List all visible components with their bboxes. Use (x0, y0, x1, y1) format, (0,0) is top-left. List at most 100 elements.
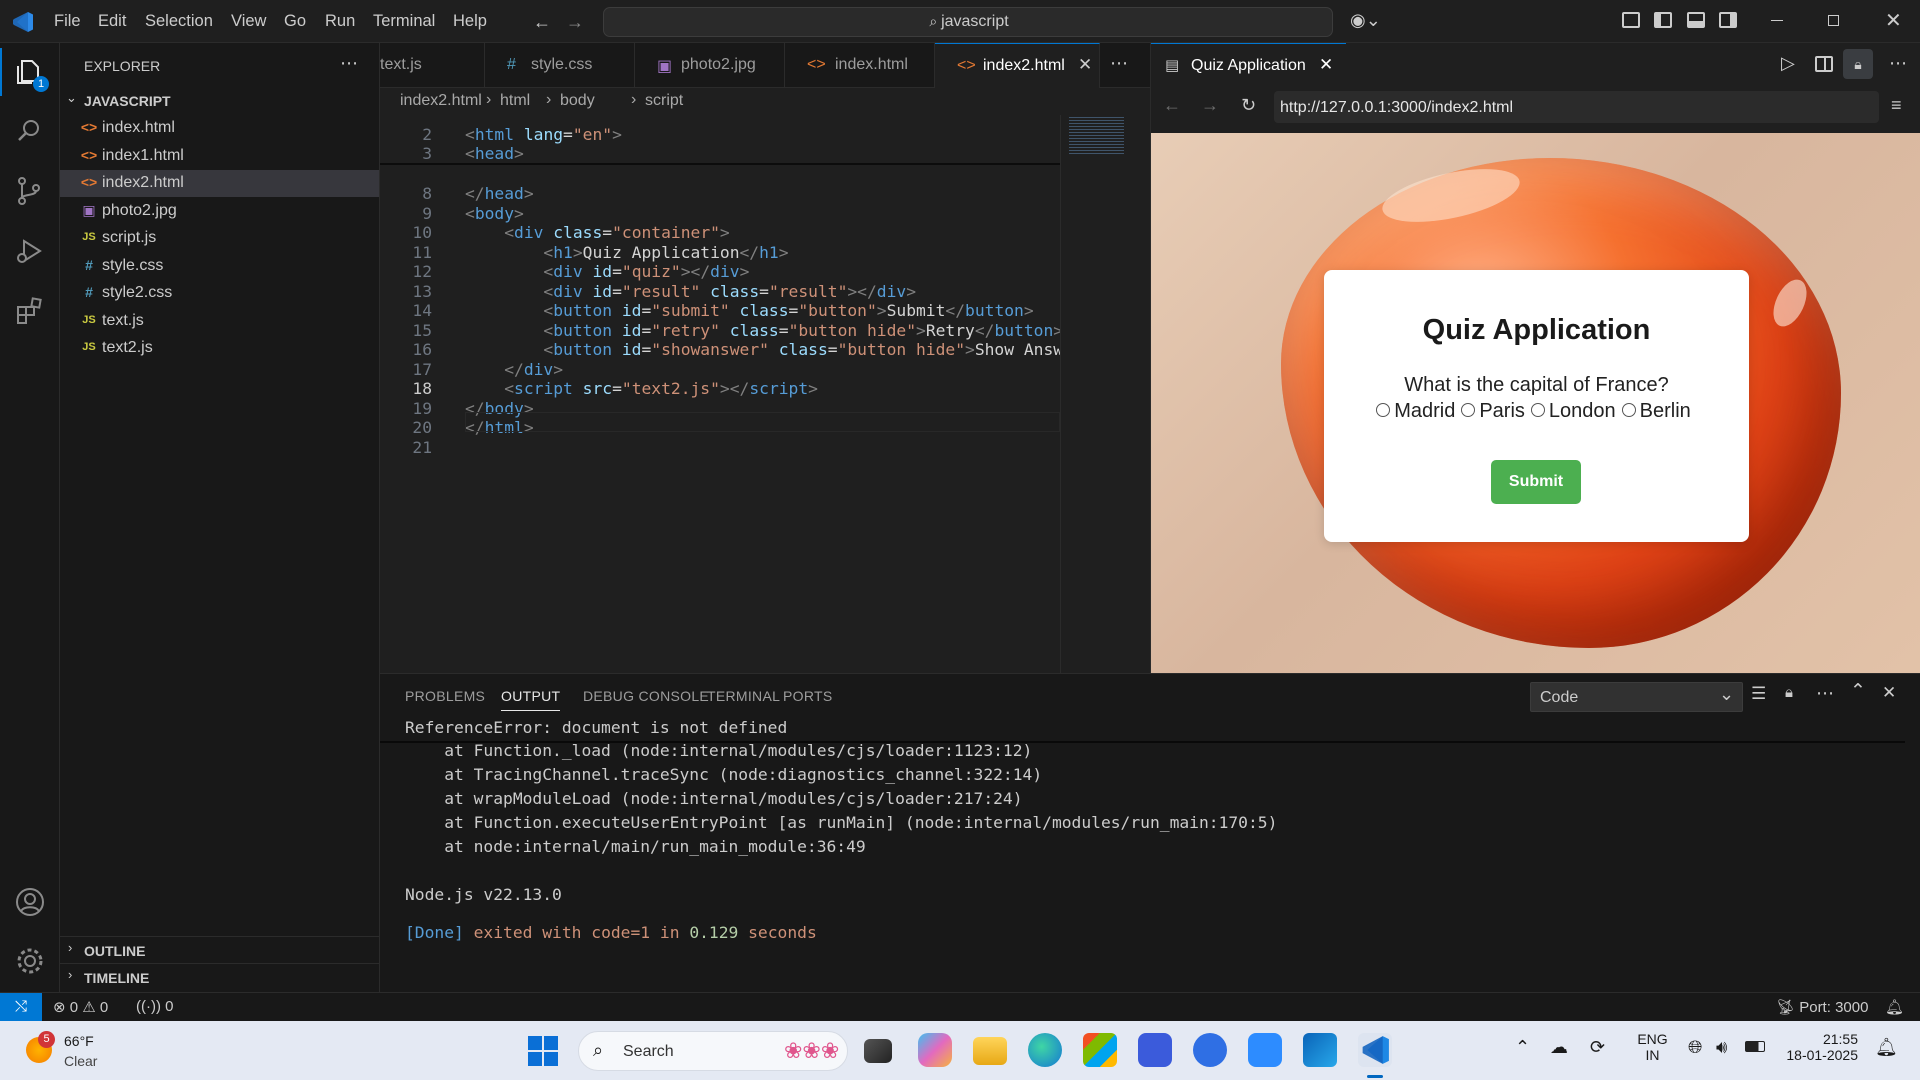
language-indicator[interactable]: ENG IN (1635, 1031, 1670, 1063)
close-panel-icon[interactable]: ✕ (1882, 683, 1896, 703)
chevron-up-icon[interactable]: ⌃ (1515, 1037, 1530, 1058)
outlook-icon[interactable] (1303, 1033, 1337, 1067)
notification-bell-icon[interactable]: 🔔︎ (1875, 1037, 1898, 1058)
app-icon-blue[interactable] (1138, 1033, 1172, 1067)
sync-icon[interactable]: ⟳ (1590, 1037, 1605, 1058)
answer-option[interactable]: Madrid (1376, 400, 1455, 422)
close-window-icon[interactable]: ✕ (1885, 8, 1902, 33)
tab-overflow-icon[interactable]: ⋯ (1110, 53, 1128, 74)
file-item[interactable]: JS text.js (60, 308, 379, 335)
battery-icon[interactable] (1745, 1041, 1765, 1052)
word-wrap-icon[interactable]: ☰ (1751, 684, 1766, 704)
panel-tab-ports[interactable]: PORTS (783, 688, 832, 704)
panel-tab-debug-console[interactable]: DEBUG CONSOLE (583, 688, 709, 704)
notifications-icon[interactable]: 🔔︎ (1885, 998, 1904, 1016)
close-tab-icon[interactable]: ✕ (1319, 55, 1333, 75)
command-search-box[interactable]: ⌕ javascript (603, 7, 1333, 37)
submit-button[interactable]: Submit (1491, 460, 1581, 504)
file-item[interactable]: <> index1.html (60, 143, 379, 170)
customize-layout-icon[interactable] (1622, 12, 1640, 28)
menu-terminal[interactable]: Terminal (373, 12, 435, 31)
tab-photo2-jpg[interactable]: ▣ photo2.jpg (635, 43, 785, 88)
vscode-taskbar-icon[interactable] (1358, 1033, 1392, 1067)
edge-browser-icon[interactable] (1028, 1033, 1062, 1067)
menu-run[interactable]: Run (325, 12, 355, 31)
forward-arrow-icon[interactable]: → (566, 12, 584, 33)
file-item[interactable]: # style2.css (60, 280, 379, 307)
split-editor-icon[interactable] (1815, 56, 1833, 72)
menu-help[interactable]: Help (453, 12, 487, 31)
more-actions-icon[interactable]: ⋯ (340, 53, 358, 74)
problems-status[interactable]: ⊗ 0 ⚠ 0 (53, 998, 108, 1016)
file-item[interactable]: ▣ photo2.jpg (60, 198, 379, 225)
run-debug-icon[interactable] (15, 236, 45, 266)
clock[interactable]: 21:55 18-01-2025 (1778, 1031, 1858, 1063)
menu-go[interactable]: Go (284, 12, 306, 31)
maximize-panel-icon[interactable]: ⌃ (1850, 680, 1866, 703)
run-icon[interactable]: ▷ (1781, 53, 1795, 74)
restore-icon[interactable] (1828, 15, 1839, 26)
start-windows-icon[interactable] (528, 1036, 558, 1066)
browser-forward-icon[interactable]: → (1201, 95, 1219, 116)
panel-tab-problems[interactable]: PROBLEMS (405, 688, 485, 704)
lock-scroll-icon[interactable]: 🔒︎ (1785, 684, 1793, 701)
tab-style-css[interactable]: # style.css (485, 43, 635, 88)
tab-text-js[interactable]: text.js (380, 43, 485, 88)
taskbar-search[interactable]: ⌕ Search ❀❀❀ (578, 1031, 848, 1071)
lock-icon[interactable]: 🔒︎ (1843, 49, 1873, 79)
answer-option[interactable]: Berlin (1621, 400, 1691, 422)
browser-back-icon[interactable]: ← (1163, 95, 1181, 116)
hamburger-menu-icon[interactable]: ≡ (1891, 95, 1902, 116)
more-actions-icon[interactable]: ⋯ (1889, 53, 1907, 74)
output-channel-select[interactable]: Code ⌄ (1530, 682, 1743, 712)
menu-selection[interactable]: Selection (145, 12, 213, 31)
breadcrumb-item[interactable]: script (645, 92, 683, 110)
breadcrumb-item[interactable]: body (560, 92, 595, 110)
file-item[interactable]: JS text2.js (60, 335, 379, 362)
copilot-icon[interactable]: ◉⌄ (1350, 10, 1381, 31)
more-actions-icon[interactable]: ⋯ (1816, 683, 1834, 704)
close-tab-icon[interactable]: ✕ (1078, 55, 1092, 75)
outline-section[interactable]: › OUTLINE (60, 936, 379, 961)
accounts-icon[interactable] (15, 887, 45, 917)
answer-option[interactable]: Paris (1461, 400, 1525, 422)
file-item[interactable]: <> index.html (60, 115, 379, 142)
file-item[interactable]: JS script.js (60, 225, 379, 252)
file-item[interactable]: # style.css (60, 253, 379, 280)
copilot-app-icon[interactable] (918, 1033, 952, 1067)
answer-option[interactable]: London (1530, 400, 1616, 422)
toggle-panel-icon[interactable] (1687, 12, 1705, 28)
source-control-icon[interactable] (15, 176, 43, 206)
file-explorer-icon[interactable] (973, 1037, 1007, 1065)
code-editor[interactable]: 2 <html lang="en"> 3 <head> 8 </head> 9 <body> 1… (380, 115, 1073, 673)
zoom-app-icon[interactable] (1248, 1033, 1282, 1067)
weather-widget[interactable]: 5 66°F Clear (20, 1029, 140, 1073)
panel-tab-output[interactable]: OUTPUT (501, 688, 561, 711)
radio-button[interactable] (1376, 403, 1391, 417)
back-arrow-icon[interactable]: ← (533, 12, 551, 33)
app-icon-sync[interactable] (1193, 1033, 1227, 1067)
tab-index-html[interactable]: <> index.html (785, 43, 935, 88)
extensions-icon[interactable] (15, 296, 45, 326)
volume-icon[interactable]: 🔊︎ (1716, 1037, 1727, 1058)
breadcrumb-item[interactable]: index2.html (400, 92, 482, 110)
breadcrumb-item[interactable]: html (500, 92, 530, 110)
search-icon[interactable] (15, 117, 43, 145)
menu-edit[interactable]: Edit (98, 12, 126, 31)
timeline-section[interactable]: › TIMELINE (60, 963, 379, 988)
network-globe-icon[interactable]: 🌐︎ (1688, 1037, 1702, 1058)
menu-file[interactable]: File (54, 12, 81, 31)
file-item[interactable]: <> index2.html (60, 170, 379, 197)
toggle-sidebar-icon[interactable] (1654, 12, 1672, 28)
radio-button[interactable] (1621, 403, 1636, 417)
port-status[interactable]: 📡︎ Port: 3000 (1776, 998, 1868, 1016)
radio-button[interactable] (1461, 403, 1476, 417)
url-bar[interactable]: http://127.0.0.1:3000/index2.html (1274, 91, 1879, 123)
manage-gear-icon[interactable] (15, 946, 45, 976)
microsoft-store-icon[interactable] (1083, 1033, 1117, 1067)
toggle-secondary-sidebar-icon[interactable] (1719, 12, 1737, 28)
minimize-icon[interactable] (1771, 20, 1783, 21)
ports-status[interactable]: ((·)) 0 (136, 998, 174, 1015)
folder-header[interactable]: ⌄ JAVASCRIPT (60, 89, 379, 113)
reload-icon[interactable]: ↻ (1241, 95, 1256, 116)
